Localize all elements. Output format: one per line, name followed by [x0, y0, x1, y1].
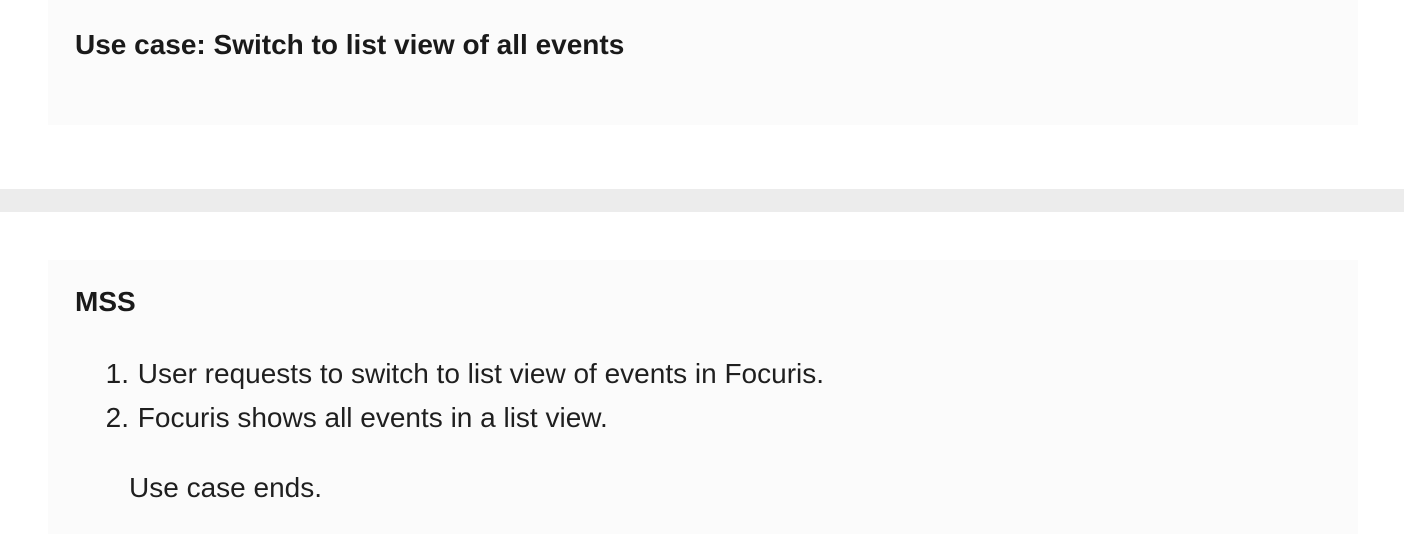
- step-text: User requests to switch to list view of …: [137, 358, 825, 389]
- step-text: Focuris shows all events in a list view.: [137, 402, 608, 433]
- step-number: 1.: [105, 358, 129, 389]
- mss-heading: MSS: [75, 286, 136, 317]
- use-case-title-section: Use case: Switch to list view of all eve…: [48, 0, 1358, 125]
- mss-section: MSS 1. User requests to switch to list v…: [48, 260, 1358, 534]
- document-page: Use case: Switch to list view of all eve…: [0, 0, 1404, 534]
- step-number: 2.: [105, 402, 129, 433]
- use-case-ending: Use case ends.: [129, 472, 322, 503]
- use-case-title: Use case: Switch to list view of all eve…: [75, 29, 625, 60]
- mss-step-list: 1. User requests to switch to list view …: [96, 352, 824, 440]
- list-item: 2. Focuris shows all events in a list vi…: [96, 396, 824, 440]
- list-item: 1. User requests to switch to list view …: [96, 352, 824, 396]
- section-divider: [0, 189, 1404, 212]
